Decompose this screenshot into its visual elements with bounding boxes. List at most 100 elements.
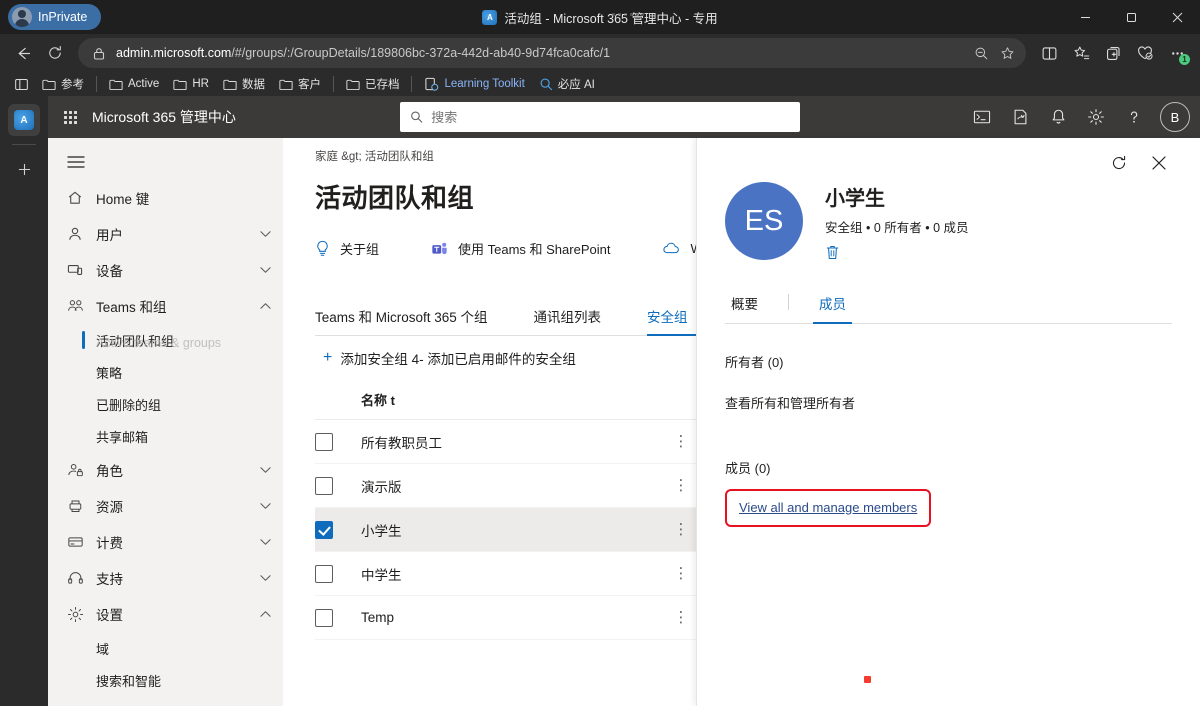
favorites-list-icon[interactable] — [1066, 38, 1096, 68]
split-screen-icon[interactable] — [1034, 38, 1064, 68]
more-actions-icon[interactable]: ⋮ — [674, 565, 689, 582]
rail-divider — [12, 144, 36, 145]
row-checkbox-cell[interactable] — [315, 463, 361, 508]
search-input[interactable] — [431, 109, 790, 125]
sidebar-item-shared-mailboxes[interactable]: 共享邮箱 — [48, 420, 283, 452]
bookmark-item[interactable]: 参考 — [36, 74, 90, 94]
bookmark-label: HR — [192, 78, 209, 90]
chevron-down-icon — [260, 466, 271, 474]
zoom-out-icon[interactable] — [968, 40, 994, 66]
sidebar-item-settings[interactable]: 设置 — [48, 596, 283, 632]
more-actions-icon[interactable]: ⋮ — [674, 609, 689, 626]
browser-tab[interactable]: 活动组 - Microsoft 365 管理中心 - 专用 — [0, 0, 1200, 34]
brand-title: Microsoft 365 管理中心 — [92, 109, 236, 125]
row-checkbox[interactable] — [315, 476, 333, 495]
sidebar-item-active-teams-groups[interactable]: 活动团队和组 Active teams & groups — [48, 324, 283, 356]
quick-link-about-groups[interactable]: 关于组 — [315, 239, 379, 258]
row-checkbox[interactable] — [315, 564, 333, 583]
tab-teams-m365-groups[interactable]: Teams 和 Microsoft 365 个组 — [315, 306, 488, 335]
trash-icon[interactable] — [825, 244, 969, 261]
help-icon[interactable] — [1116, 96, 1152, 138]
bookmark-item-bing-ai[interactable]: 必应 AI — [533, 74, 601, 94]
panel-tab-members[interactable]: 成员 — [813, 293, 852, 324]
row-checkbox[interactable] — [315, 520, 333, 539]
bookmarks-panel-icon[interactable] — [8, 73, 34, 95]
row-actions-cell[interactable]: ⋮ — [661, 551, 701, 596]
row-checkbox-cell[interactable] — [315, 595, 361, 640]
sidebar-item-deleted-groups[interactable]: 已删除的组 — [48, 388, 283, 420]
more-actions-icon[interactable]: ⋮ — [674, 521, 689, 538]
row-name: 所有教职员工 — [361, 419, 661, 464]
back-button[interactable] — [8, 38, 38, 68]
browser-more-icon[interactable]: 1 — [1162, 38, 1192, 68]
browser-essentials-icon[interactable] — [1130, 38, 1160, 68]
nav-collapse-button[interactable] — [54, 144, 98, 180]
row-checkbox-cell[interactable] — [315, 419, 361, 464]
gear-icon[interactable] — [1078, 96, 1114, 138]
app-launcher-button[interactable] — [48, 96, 92, 138]
column-header-name[interactable]: 名称 t — [361, 380, 661, 420]
row-actions-cell[interactable]: ⋮ — [661, 419, 701, 464]
lock-icon — [90, 44, 108, 62]
browser-navbar: admin.microsoft.com/#/groups/:/GroupDeta… — [0, 34, 1200, 72]
row-actions-cell[interactable]: ⋮ — [661, 507, 701, 552]
reload-button[interactable] — [40, 38, 70, 68]
tab-distribution-lists[interactable]: 通讯组列表 — [534, 306, 602, 335]
sidebar-item-billing[interactable]: 计费 — [48, 524, 283, 560]
bookmark-item[interactable]: 已存档 — [340, 74, 406, 94]
bell-icon[interactable] — [1040, 96, 1076, 138]
sidebar-item-users[interactable]: 用户 — [48, 216, 283, 252]
sidebar-item-home[interactable]: Home 键 — [48, 180, 283, 216]
quick-link-use-teams-sharepoint[interactable]: 使用 Teams 和 SharePoint — [431, 239, 610, 258]
select-all-header[interactable] — [315, 380, 361, 420]
row-checkbox-cell[interactable] — [315, 507, 361, 552]
view-manage-owners-link[interactable]: 查看所有和管理所有者 — [725, 393, 1172, 412]
sidebar-item-policies[interactable]: 策略 — [48, 356, 283, 388]
members-link-highlight: View all and manage members — [725, 489, 932, 527]
view-manage-members-link[interactable]: View all and manage members — [739, 500, 917, 515]
tab-security-groups[interactable]: 安全组 — [647, 306, 806, 336]
row-actions-cell[interactable]: ⋮ — [661, 463, 701, 508]
collections-icon[interactable] — [1098, 38, 1128, 68]
owners-section-label: 所有者 (0) — [725, 355, 784, 370]
sidebar-item-domains[interactable]: 域 — [48, 632, 283, 664]
address-bar[interactable]: admin.microsoft.com/#/groups/:/GroupDeta… — [78, 38, 1026, 68]
row-actions-cell[interactable]: ⋮ — [661, 595, 701, 640]
device-icon — [66, 262, 84, 278]
sidebar-item-roles[interactable]: 角色 — [48, 452, 283, 488]
sidebar-item-resources[interactable]: 资源 — [48, 488, 283, 524]
bookmark-item-learning-toolkit[interactable]: Learning Toolkit — [418, 75, 530, 93]
panel-tab-divider — [788, 294, 789, 310]
billing-icon — [66, 534, 84, 550]
favorite-star-icon[interactable] — [994, 40, 1020, 66]
rail-app-icon[interactable]: A — [8, 104, 40, 136]
row-checkbox[interactable] — [315, 608, 333, 627]
console-icon[interactable] — [964, 96, 1000, 138]
global-search[interactable] — [399, 102, 800, 132]
more-actions-icon[interactable]: ⋮ — [674, 433, 689, 450]
sidebar-item-search-intelligence[interactable]: 搜索和智能 — [48, 664, 283, 696]
feedback-icon[interactable] — [1002, 96, 1038, 138]
maximize-button[interactable] — [1108, 0, 1154, 34]
close-window-button[interactable] — [1154, 0, 1200, 34]
more-actions-icon[interactable]: ⋮ — [674, 477, 689, 494]
sidebar-item-teams-and-groups[interactable]: Teams 和组 — [48, 288, 283, 324]
sidebar-item-devices[interactable]: 设备 — [48, 252, 283, 288]
refresh-icon[interactable] — [1106, 150, 1132, 176]
account-avatar[interactable]: B — [1160, 102, 1190, 132]
bookmark-item[interactable]: Active — [103, 76, 165, 93]
bookmark-item[interactable]: HR — [167, 76, 215, 93]
row-checkbox-cell[interactable] — [315, 551, 361, 596]
bookmark-item[interactable]: 客户 — [273, 74, 327, 94]
close-icon[interactable] — [1146, 150, 1172, 176]
sidebar-item-org-settings[interactable]: 组织设置 — [48, 696, 283, 706]
url-domain: admin.microsoft.com — [116, 46, 232, 60]
add-security-group-button[interactable]: + 添加安全组 4- 添加已启用邮件的安全组 — [315, 342, 584, 374]
sidebar-item-support[interactable]: 支持 — [48, 560, 283, 596]
rail-new-tab-icon[interactable] — [8, 153, 40, 185]
bookmark-item[interactable]: 数据 — [217, 74, 271, 94]
teams-icon — [431, 241, 448, 257]
minimize-button[interactable] — [1062, 0, 1108, 34]
panel-tab-overview[interactable]: 概要 — [725, 293, 764, 323]
row-checkbox[interactable] — [315, 432, 333, 451]
